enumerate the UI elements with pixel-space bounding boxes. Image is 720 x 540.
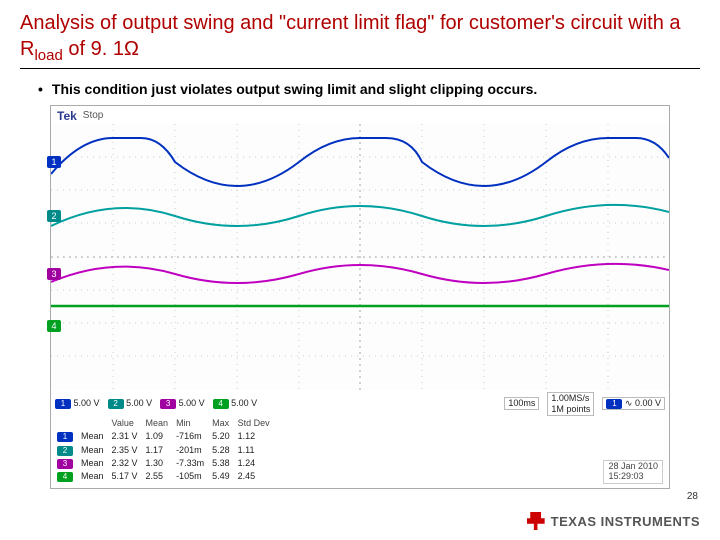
ch2-marker: 2 <box>47 210 61 222</box>
ch3-marker: 3 <box>47 268 61 280</box>
bullet-text: This condition just violates output swin… <box>52 81 537 97</box>
scope-mode: Stop <box>83 110 104 121</box>
scope-footer: 1 5.00 V 2 5.00 V 3 5.00 V 4 5.00 V 100m… <box>51 390 669 489</box>
ch4-marker: 4 <box>47 320 61 332</box>
measurement-table: ValueMeanMinMaxStd Dev1Mean2.31 V1.09-71… <box>55 416 278 484</box>
ti-logo-icon <box>527 512 545 530</box>
bullet-list: • This condition just violates output sw… <box>38 81 700 97</box>
timebase: 100ms <box>504 397 539 410</box>
slide-title: Analysis of output swing and "current li… <box>20 10 700 69</box>
waveform-grid: 1 2 3 4 <box>51 124 669 390</box>
scope-brand: Tek <box>57 109 77 123</box>
ti-logo: TEXAS INSTRUMENTS <box>527 512 700 530</box>
timestamp: 28 Jan 2010 15:29:03 <box>603 460 663 484</box>
oscilloscope-screenshot: Tek Stop <box>50 105 670 490</box>
page-number: 28 <box>687 491 698 502</box>
ch1-marker: 1 <box>47 156 61 168</box>
ti-logo-text: TEXAS INSTRUMENTS <box>551 514 700 529</box>
